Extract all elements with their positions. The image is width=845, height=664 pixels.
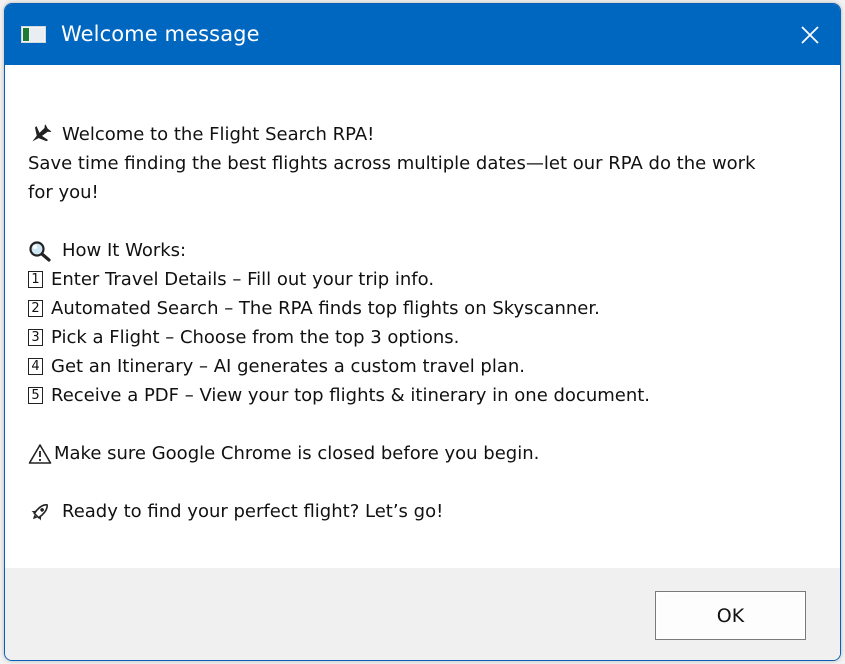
intro-text-2: for you! [28,182,99,203]
step-item: 1 Enter Travel Details – Fill out your t… [28,265,818,294]
intro-text-1: Save time finding the best flights acros… [28,153,756,174]
rocket-icon [28,501,52,523]
step-text: Automated Search – The RPA finds top fli… [51,298,600,319]
step-text: Receive a PDF – View your top flights & … [51,385,651,406]
window-title: Welcome message [61,22,260,46]
keycap-number: 3 [28,329,43,346]
close-icon [800,25,820,45]
button-bar: OK [5,568,840,660]
message-dialog: Welcome message Welcome to the Flight Se… [4,3,841,661]
desktop-background: Welcome message Welcome to the Flight Se… [0,0,845,664]
airplane-icon [28,123,52,146]
message-text: Welcome to the Flight Search RPA! Save t… [28,120,818,526]
step-text: Pick a Flight – Choose from the top 3 op… [51,327,460,348]
step-item: 5 Receive a PDF – View your top flights … [28,381,818,410]
magnifying-glass-icon [28,240,52,262]
intro-line-1: Save time finding the best flights acros… [28,149,818,178]
closing-line: Ready to find your perfect flight? Let’s… [28,497,818,526]
keycap-number: 4 [28,358,43,375]
close-button[interactable] [780,4,840,65]
step-item: 2 Automated Search – The RPA finds top f… [28,294,818,323]
ok-button[interactable]: OK [655,591,806,640]
how-it-works-line: How It Works: [28,236,818,265]
step-text: Get an Itinerary – AI generates a custom… [51,356,526,377]
step-item: 4 Get an Itinerary – AI generates a cust… [28,352,818,381]
welcome-heading: Welcome to the Flight Search RPA! [62,124,375,145]
step-item: 3 Pick a Flight – Choose from the top 3 … [28,323,818,352]
warning-text: Make sure Google Chrome is closed before… [54,443,540,464]
keycap-number: 2 [28,300,43,317]
intro-line-2: for you! [28,178,818,207]
warning-line: Make sure Google Chrome is closed before… [28,439,818,468]
how-it-works-heading: How It Works: [62,240,187,261]
closing-text: Ready to find your perfect flight? Let’s… [62,501,444,522]
window-app-icon [21,26,46,43]
keycap-number: 1 [28,271,43,288]
message-area: Welcome to the Flight Search RPA! Save t… [5,65,840,568]
welcome-line: Welcome to the Flight Search RPA! [28,120,818,149]
warning-icon [28,443,52,465]
step-text: Enter Travel Details – Fill out your tri… [51,269,435,290]
keycap-number: 5 [28,387,43,404]
title-bar[interactable]: Welcome message [5,4,840,65]
